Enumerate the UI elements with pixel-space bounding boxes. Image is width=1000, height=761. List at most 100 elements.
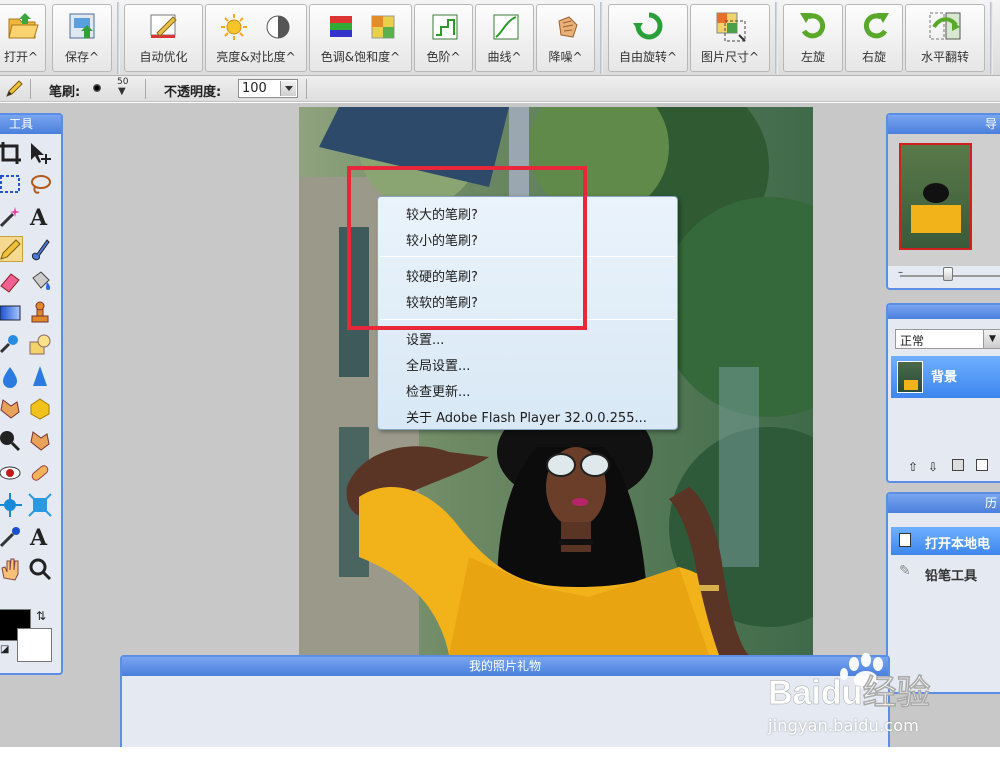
shape-icon[interactable] [27,332,53,358]
menu-item-about-flash[interactable]: 关于 Adobe Flash Player 32.0.0.255... [406,407,647,426]
brightness-contrast-label: 亮度&对比度^ [216,50,296,64]
denoise-button[interactable]: 降噪^ [536,4,595,72]
history-item-label: 打开本地电 [925,537,991,552]
hue-saturation-button[interactable]: 色调&饱和度^ [309,4,412,72]
opacity-dropdown-arrow-icon[interactable] [280,81,296,96]
tools-panel: 工具 A A ⇅ ◪ [0,113,63,675]
zoom-icon[interactable] [27,556,53,582]
brush-label: 笔刷: [49,85,81,100]
menu-item-settings[interactable]: 设置... [406,329,444,348]
zoom-slider-thumb[interactable] [943,267,953,281]
color-replace-icon[interactable] [0,332,23,358]
layer-up-icon[interactable]: ⇧ [908,460,918,474]
sponge-icon[interactable] [27,396,53,422]
save-button[interactable]: 保存^ [52,4,112,72]
watermark-url: jingyan.baidu.com [768,716,920,735]
eyedropper-icon[interactable] [0,524,23,550]
dodge-icon[interactable] [0,428,23,454]
auto-optimize-button[interactable]: 自动优化 [124,4,203,72]
history-item-open[interactable]: 打开本地电 [891,527,1000,555]
navigator-panel: 导 – [886,113,1000,290]
menu-item-check-updates[interactable]: 检查更新... [406,381,470,400]
toolbar-separator [600,2,603,74]
image-size-button[interactable]: 图片尺寸^ [690,4,770,72]
brush-preview-dot[interactable] [93,84,101,92]
magic-wand-icon[interactable] [0,204,23,230]
red-eye-icon[interactable] [0,460,23,486]
blend-mode-select[interactable]: 正常 ▼ [895,329,1000,349]
navigator-thumbnail[interactable] [899,143,972,250]
curves-label: 曲线^ [487,50,522,64]
rotate-right-button[interactable]: 右旋 [845,4,903,72]
layer-mask-icon[interactable] [952,459,964,471]
pinch-icon[interactable] [0,492,23,518]
burn-icon[interactable] [27,428,53,454]
layers-panel-head [888,305,1000,319]
navigator-view[interactable] [888,134,1000,266]
history-panel-title: 历 [888,494,1000,513]
history-item-pencil[interactable]: ✎ 铅笔工具 [891,561,1000,587]
baidu-paw-logo: Baidu经验 [768,653,931,712]
denoise-icon [558,16,578,38]
folder-open-icon [8,13,39,39]
flip-horizontal-button[interactable]: 水平翻转 [905,4,985,72]
eraser-icon[interactable] [0,268,23,294]
zoom-out-icon[interactable]: – [898,267,903,278]
menu-item-global-settings[interactable]: 全局设置... [406,355,470,374]
sharpen-icon[interactable] [27,364,53,390]
pencil-icon [6,80,23,97]
layer-down-icon[interactable]: ⇩ [928,460,938,474]
rect-select-icon[interactable] [0,172,23,198]
pencil-tool-icon[interactable] [0,236,23,262]
paint-bucket-icon[interactable] [27,268,53,294]
brightness-contrast-button[interactable]: 亮度&对比度^ [205,4,307,72]
options-separator [30,79,31,99]
background-color-swatch[interactable] [17,628,52,662]
layer-row-background[interactable]: 背景 [891,356,1000,398]
watermark-brand: Baidu经验 [768,673,930,712]
tools-panel-title: 工具 [0,115,61,134]
brightness-contrast-icon [221,14,290,40]
main-toolbar: 打开^ 保存^ 自动优化 亮度&对比度^ 色调&饱和度^ 色阶^ 曲线^ 降噪^… [0,0,1000,76]
bandage-icon[interactable] [27,460,53,486]
blur-drop-icon[interactable] [0,364,23,390]
toolbar-separator [990,2,993,74]
lasso-icon[interactable] [27,172,53,198]
free-rotate-label: 自由旋转^ [618,50,678,64]
rotate-left-icon [800,13,826,39]
layer-new-icon[interactable] [976,459,988,471]
page-bottom-strip [0,747,1000,761]
image-size-label: 图片尺寸^ [700,50,760,64]
move-icon[interactable] [27,140,53,166]
navigator-panel-title: 导 [888,115,1000,134]
rotate-left-button[interactable]: 左旋 [783,4,843,72]
reset-colors-icon[interactable]: ◪ [0,644,9,655]
document-icon [899,533,911,547]
curves-button[interactable]: 曲线^ [475,4,534,72]
levels-button[interactable]: 色阶^ [414,4,473,72]
text-tool-icon-2[interactable]: A [30,525,56,551]
smudge-icon[interactable] [0,396,23,422]
rotate-right-icon [863,13,889,39]
brush-tool-icon[interactable] [27,236,53,262]
hue-saturation-icon [330,15,395,39]
layer-name: 背景 [931,370,958,385]
stamp-icon[interactable] [27,300,53,326]
hand-icon[interactable] [0,556,23,582]
crop-icon[interactable] [0,140,23,166]
denoise-label: 降噪^ [548,50,583,64]
opacity-select[interactable]: 100 [238,79,298,98]
bloat-icon[interactable] [27,492,53,518]
chevron-down-icon[interactable]: ▼ [118,86,126,97]
free-rotate-button[interactable]: 自由旋转^ [608,4,688,72]
opacity-label: 不透明度: [164,85,222,100]
swap-colors-icon[interactable]: ⇅ [36,609,46,623]
hue-saturation-label: 色调&饱和度^ [320,50,401,64]
gradient-icon[interactable] [0,300,23,326]
options-separator [145,79,146,99]
open-button[interactable]: 打开^ [0,4,46,72]
flip-horizontal-icon [929,12,961,40]
rotate-right-label: 右旋 [861,50,886,64]
text-tool-icon[interactable]: A [30,205,56,231]
chevron-down-icon[interactable]: ▼ [983,330,1000,348]
